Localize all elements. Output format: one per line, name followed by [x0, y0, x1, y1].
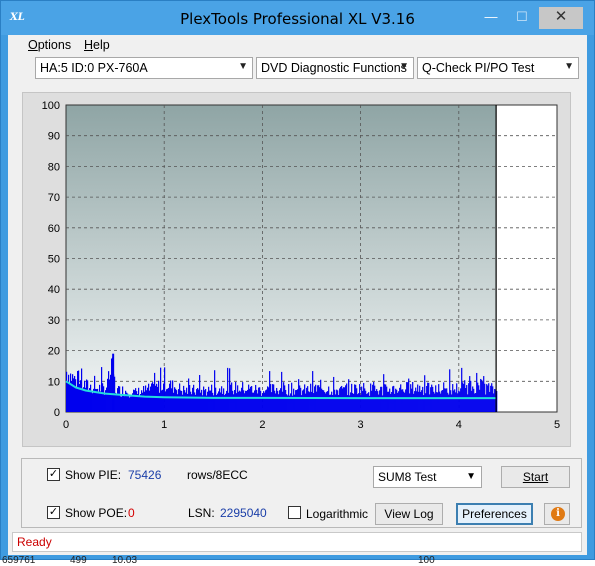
view-log-button[interactable]: View Log: [375, 503, 443, 525]
pie-bar-peak: [112, 353, 115, 412]
rows-label: rows/8ECC: [187, 468, 248, 482]
sum8-select-value: SUM8 Test: [378, 470, 437, 484]
status-bar: Ready: [12, 532, 582, 552]
controls-panel: ✓ Show PIE: 75426 rows/8ECC SUM8 Test ▼ …: [21, 458, 582, 528]
y-tick-label: 40: [48, 284, 60, 296]
info-button[interactable]: i: [544, 503, 570, 525]
poe-value: 0: [128, 506, 135, 520]
function-select-value: DVD Diagnostic Functions: [261, 61, 407, 75]
show-pie-label: Show PIE:: [65, 468, 122, 482]
preferences-button[interactable]: Preferences: [456, 503, 533, 525]
x-tick-label: 4: [456, 419, 462, 431]
chart-area: 0 10 20 30 40 50 60 70 80 90 100 0 1 2 3 4 5: [22, 92, 571, 447]
window-title: PlexTools Professional XL V3.16: [180, 10, 415, 28]
show-pie-checkbox[interactable]: ✓: [47, 468, 60, 481]
menu-help-label: elp: [93, 38, 110, 52]
y-tick-label: 50: [48, 254, 60, 266]
start-label: Start: [522, 470, 549, 484]
menu-options[interactable]: Options: [28, 38, 71, 52]
chevron-down-icon: ▼: [466, 471, 476, 482]
y-tick-label: 100: [42, 100, 60, 112]
x-tick-label: 2: [259, 419, 265, 431]
chevron-down-icon: ▼: [238, 61, 248, 72]
y-tick-label: 10: [48, 376, 60, 388]
minimize-button[interactable]: —: [477, 7, 505, 29]
test-select[interactable]: Q-Check PI/PO Test ▼: [417, 57, 579, 79]
menu-help[interactable]: Help: [84, 38, 110, 52]
menu-help-accel: H: [84, 38, 94, 52]
background-cell: 499: [70, 556, 87, 566]
function-select[interactable]: DVD Diagnostic Functions ▼: [256, 57, 414, 79]
pie-value: 75426: [128, 468, 162, 482]
x-tick-label: 0: [63, 419, 69, 431]
close-button[interactable]: ✕: [539, 7, 583, 29]
pie-chart-svg: 0 10 20 30 40 50 60 70 80 90 100 0 1 2 3 4 5: [42, 100, 560, 431]
sum8-select[interactable]: SUM8 Test ▼: [373, 466, 482, 488]
y-tick-label: 80: [48, 161, 60, 173]
x-tick-label: 1: [161, 419, 167, 431]
y-tick-label: 90: [48, 131, 60, 143]
client-area: Options Help HA:5 ID:0 PX-760A ▼ DVD Dia…: [8, 35, 587, 555]
x-tick-label: 5: [554, 419, 560, 431]
y-tick-label: 30: [48, 315, 60, 327]
drive-select[interactable]: HA:5 ID:0 PX-760A ▼: [35, 57, 253, 79]
title-bar[interactable]: XL PlexTools Professional XL V3.16 — ☐ ✕: [1, 1, 594, 35]
drive-select-value: HA:5 ID:0 PX-760A: [40, 61, 148, 75]
chevron-down-icon: ▼: [399, 61, 409, 72]
lsn-label: LSN:: [188, 506, 215, 520]
chevron-down-icon: ▼: [564, 61, 574, 72]
menu-options-accel: O: [28, 38, 38, 52]
info-icon: i: [551, 507, 565, 521]
logarithmic-checkbox[interactable]: [288, 506, 301, 519]
plot-background: [66, 105, 497, 412]
menu-bar: Options Help: [8, 35, 587, 55]
y-tick-label: 20: [48, 346, 60, 358]
maximize-button[interactable]: ☐: [508, 7, 536, 29]
logarithmic-label: Logarithmic: [306, 507, 369, 521]
background-window-row: 659761 499 10.03 100: [0, 556, 595, 566]
menu-options-label: ptions: [37, 38, 72, 52]
background-cell: 659761: [2, 556, 36, 566]
show-poe-label: Show POE:: [65, 506, 128, 520]
app-window: XL PlexTools Professional XL V3.16 — ☐ ✕…: [0, 0, 595, 560]
background-cell: 10.03: [112, 556, 138, 566]
lsn-value: 2295040: [220, 506, 267, 520]
y-tick-label: 60: [48, 223, 60, 235]
y-tick-label: 0: [54, 407, 60, 419]
y-tick-label: 70: [48, 192, 60, 204]
test-select-value: Q-Check PI/PO Test: [422, 61, 535, 75]
start-button[interactable]: Start: [501, 466, 570, 488]
background-cell: 100: [418, 556, 435, 566]
x-tick-label: 3: [358, 419, 364, 431]
show-poe-checkbox[interactable]: ✓: [47, 506, 60, 519]
